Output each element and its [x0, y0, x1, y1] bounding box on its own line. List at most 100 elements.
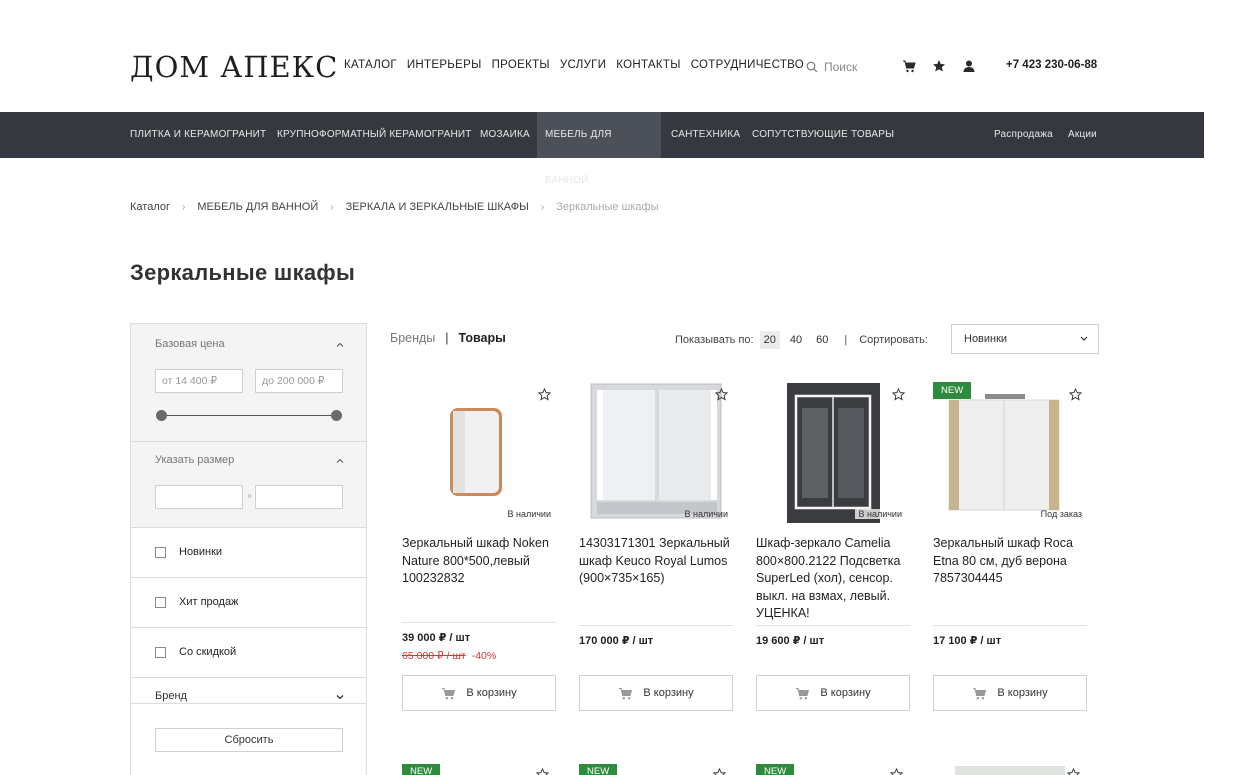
per-page-label: Показывать по:	[675, 334, 754, 346]
new-badge: NEW	[933, 382, 972, 399]
add-to-cart-button[interactable]: В корзину	[756, 675, 910, 711]
chevron-down-icon[interactable]	[336, 693, 344, 701]
new-badge: NEW	[756, 764, 795, 775]
product-price: 17 100 ₽ / шт	[933, 635, 1002, 647]
size-width-input[interactable]	[155, 485, 243, 509]
crumb-mirrors[interactable]: ЗЕРКАЛА И ЗЕРКАЛЬНЫЕ ШКАФЫ	[346, 201, 529, 213]
nav-cooperation[interactable]: СОТРУДНИЧЕСТВО	[691, 59, 804, 71]
favorite-star-icon[interactable]	[890, 768, 903, 775]
sort-select[interactable]: Новинки	[951, 324, 1099, 354]
price-slider-track[interactable]	[161, 415, 337, 416]
old-price: 65 000 ₽ / шт -40%	[402, 650, 496, 662]
new-badge: NEW	[579, 764, 618, 775]
price-to-input[interactable]: до 200 000 ₽	[255, 369, 343, 393]
logo[interactable]: ДОМ АПЕКС	[130, 50, 338, 84]
per-page-40[interactable]: 40	[786, 331, 806, 349]
product-image[interactable]	[402, 378, 557, 523]
product-name[interactable]: Зеркальный шкаф Roca Etna 80 см, дуб вер…	[933, 535, 1093, 588]
checkbox[interactable]	[155, 547, 166, 558]
price-filter: Базовая цена от 14 400 ₽ до 200 000 ₽	[131, 324, 366, 442]
cart-icon	[619, 687, 633, 699]
price-slider-min-handle[interactable]	[156, 410, 167, 421]
chevron-down-icon	[1080, 336, 1088, 341]
tab-products[interactable]: Товары	[459, 331, 506, 345]
cart-icon[interactable]	[902, 59, 916, 73]
product-image[interactable]	[955, 766, 1065, 775]
discount-badge: -40%	[471, 650, 497, 662]
product-image[interactable]	[933, 378, 1088, 523]
size-filter-label[interactable]: Указать размер	[155, 454, 234, 466]
price-filter-label[interactable]: Базовая цена	[155, 338, 225, 350]
per-page-60[interactable]: 60	[812, 331, 832, 349]
favorite-star-icon[interactable]	[538, 388, 551, 401]
product-image[interactable]	[756, 378, 911, 523]
nav-projects[interactable]: ПРОЕКТЫ	[492, 59, 550, 71]
product-image[interactable]	[579, 378, 734, 523]
sort-label: Сортировать:	[859, 334, 928, 346]
star-icon[interactable]	[932, 59, 946, 73]
size-separator: ×	[247, 491, 253, 501]
phone-number[interactable]: +7 423 230-06-88	[1006, 59, 1097, 71]
divider	[933, 625, 1087, 626]
price-slider-max-handle[interactable]	[331, 410, 342, 421]
product-name[interactable]: 14303171301 Зеркальный шкаф Keuco Royal …	[579, 535, 739, 588]
checkbox[interactable]	[155, 597, 166, 608]
add-to-cart-button[interactable]: В корзину	[402, 675, 556, 711]
filter-hits[interactable]: Хит продаж	[131, 578, 366, 628]
filter-new[interactable]: Новинки	[131, 528, 366, 578]
tab-brands[interactable]: Бренды	[390, 331, 435, 345]
cat-related[interactable]: СОПУТСТВУЮЩИЕ ТОВАРЫ	[744, 112, 902, 158]
divider	[756, 625, 910, 626]
breadcrumb: Каталог › МЕБЕЛЬ ДЛЯ ВАННОЙ › ЗЕРКАЛА И …	[130, 201, 659, 213]
crumb-current: Зеркальные шкафы	[556, 201, 659, 213]
crumb-catalog[interactable]: Каталог	[130, 201, 170, 213]
toolbar-separator: |	[844, 334, 848, 346]
cat-tiles[interactable]: ПЛИТКА И КЕРАМОГРАНИТ	[122, 112, 274, 158]
filter-discount[interactable]: Со скидкой	[131, 628, 366, 678]
tab-separator: |	[445, 331, 449, 345]
nav-services[interactable]: УСЛУГИ	[560, 59, 606, 71]
cat-plumbing[interactable]: САНТЕХНИКА	[663, 112, 748, 158]
search[interactable]: Поиск	[806, 60, 857, 74]
search-placeholder[interactable]: Поиск	[824, 60, 857, 74]
category-bar: ПЛИТКА И КЕРАМОГРАНИТ КРУПНОФОРМАТНЫЙ КЕ…	[0, 112, 1204, 186]
cat-bathroom-furniture[interactable]: МЕБЕЛЬ ДЛЯ ВАННОЙ	[537, 112, 661, 186]
chevron-up-icon[interactable]	[336, 341, 344, 349]
price-from-input[interactable]: от 14 400 ₽	[155, 369, 243, 393]
chevron-up-icon[interactable]	[336, 457, 344, 465]
favorite-star-icon[interactable]	[713, 768, 726, 775]
add-to-cart-button[interactable]: В корзину	[579, 675, 733, 711]
divider	[402, 622, 556, 623]
filter-discount-label: Со скидкой	[179, 646, 237, 658]
add-to-cart-label: В корзину	[643, 687, 694, 699]
nav-contacts[interactable]: КОНТАКТЫ	[616, 59, 680, 71]
cat-sale[interactable]: Распродажа	[986, 112, 1061, 158]
checkbox[interactable]	[155, 647, 166, 658]
per-page: Показывать по: 20 40 60 | Сортировать:	[675, 331, 928, 349]
stock-status: В наличии	[507, 509, 551, 519]
cat-mosaic[interactable]: МОЗАИКА	[472, 112, 538, 158]
user-icon[interactable]	[962, 59, 976, 73]
favorite-star-icon[interactable]	[1067, 768, 1080, 775]
filter-sidebar: Базовая цена от 14 400 ₽ до 200 000 ₽ Ук…	[130, 323, 367, 775]
cat-promo[interactable]: Акции	[1060, 112, 1105, 158]
add-to-cart-button[interactable]: В корзину	[933, 675, 1087, 711]
size-height-input[interactable]	[255, 485, 343, 509]
favorite-star-icon[interactable]	[715, 388, 728, 401]
chevron-right-icon: ›	[182, 201, 186, 213]
product-name[interactable]: Шкаф-зеркало Camelia 800×800.2122 Подсве…	[756, 535, 916, 623]
cat-large-format[interactable]: КРУПНОФОРМАТНЫЙ КЕРАМОГРАНИТ	[269, 112, 480, 158]
brand-filter[interactable]: Бренд	[131, 678, 366, 704]
nav-interiors[interactable]: ИНТЕРЬЕРЫ	[407, 59, 482, 71]
reset-button[interactable]: Сбросить	[155, 728, 343, 752]
crumb-bathroom[interactable]: МЕБЕЛЬ ДЛЯ ВАННОЙ	[197, 201, 318, 213]
brand-filter-label: Бренд	[155, 690, 187, 702]
product-name[interactable]: Зеркальный шкаф Noken Nature 800*500,лев…	[402, 535, 562, 588]
per-page-20[interactable]: 20	[759, 331, 780, 349]
favorite-star-icon[interactable]	[536, 768, 549, 775]
favorite-star-icon[interactable]	[1069, 388, 1082, 401]
stock-status: В наличии	[855, 509, 905, 519]
favorite-star-icon[interactable]	[892, 388, 905, 401]
nav-catalog[interactable]: КАТАЛОГ	[344, 59, 397, 71]
product-price: 39 000 ₽ / шт	[402, 632, 471, 644]
